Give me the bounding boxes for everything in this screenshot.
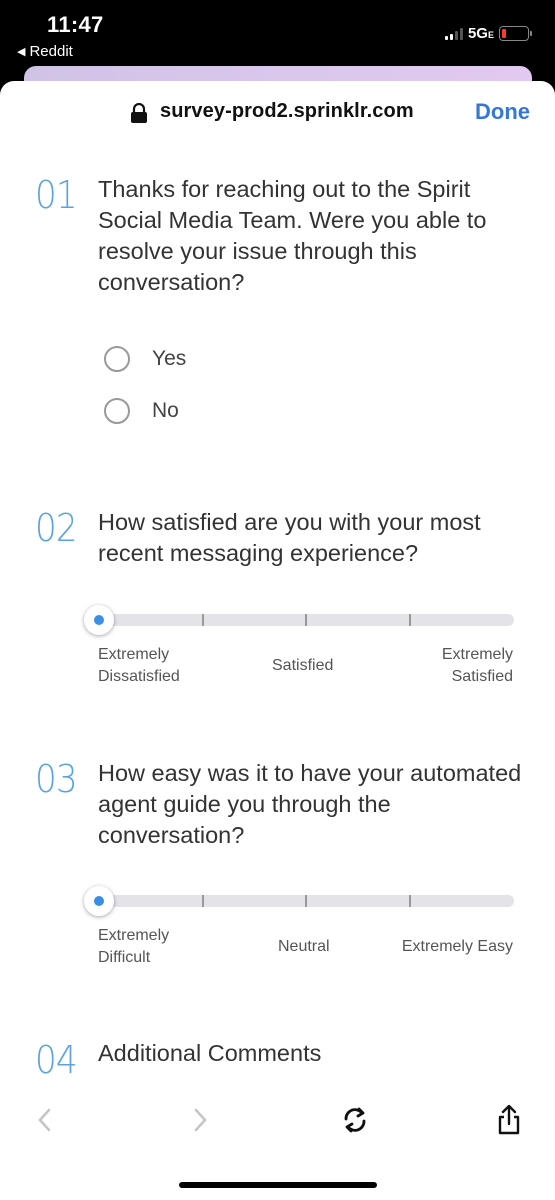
chevron-left-icon (38, 1108, 51, 1132)
slider-label-left: Extremely Dissatisfied (98, 646, 180, 685)
share-icon (498, 1104, 520, 1135)
slider-label-middle: Satisfied (272, 657, 334, 674)
browser-sheet: survey-prod2.sprinklr.com Done 01 Thanks… (0, 81, 555, 1200)
slider-tick (409, 614, 411, 626)
radio-button[interactable] (104, 398, 130, 424)
url-text: survey-prod2.sprinklr.com (160, 100, 414, 122)
forward-button[interactable] (184, 1103, 218, 1137)
slider-track[interactable] (86, 614, 514, 626)
slider-label-left: Extremely Difficult (98, 927, 170, 966)
lock-icon (131, 103, 147, 123)
satisfaction-slider[interactable] (84, 605, 514, 635)
slider-label-right: Extremely Satisfied (441, 646, 513, 685)
back-button[interactable] (27, 1103, 61, 1137)
browser-toolbar (0, 1091, 555, 1151)
battery-icon (499, 26, 532, 41)
signal-strength-icon (444, 27, 463, 40)
radio-button[interactable] (104, 346, 130, 372)
question-text: Additional Comments (98, 1040, 322, 1066)
ease-slider[interactable] (84, 886, 514, 916)
question-number: 04 (35, 1038, 78, 1082)
option-label: No (152, 399, 179, 422)
slider-tick (409, 895, 411, 907)
option-label: Yes (152, 347, 187, 370)
question-number: 02 (35, 506, 78, 550)
network-type: 5GE (467, 25, 494, 42)
reload-button[interactable] (338, 1103, 372, 1137)
slider-thumb[interactable] (84, 605, 114, 635)
slider-tick (305, 895, 307, 907)
option-yes[interactable]: Yes (104, 346, 186, 372)
question-number: 03 (35, 757, 78, 801)
slider-tick (202, 895, 204, 907)
chevron-right-icon (194, 1108, 207, 1132)
question-number: 01 (35, 173, 78, 217)
question-text: Thanks for reaching out to the Spirit So… (98, 176, 487, 295)
slider-tick (305, 614, 307, 626)
slider-track[interactable] (86, 895, 514, 907)
url-bar: survey-prod2.sprinklr.com Done (0, 81, 555, 143)
reload-icon (344, 1107, 366, 1133)
status-bar: 11:47 ◀ Reddit 5GE (0, 0, 555, 66)
slider-thumb[interactable] (84, 886, 114, 916)
home-indicator[interactable] (179, 1182, 377, 1188)
back-to-app-link[interactable]: ◀ Reddit (17, 43, 73, 60)
done-button[interactable]: Done (475, 99, 530, 125)
option-no[interactable]: No (104, 398, 179, 424)
back-app-label: Reddit (29, 43, 73, 60)
question-text: How satisfied are you with your most rec… (98, 509, 481, 566)
slider-label-middle: Neutral (278, 938, 330, 955)
status-indicators: 5GE (444, 25, 532, 42)
question-text: How easy was it to have your automated a… (98, 760, 522, 848)
status-time: 11:47 (47, 12, 104, 37)
share-button[interactable] (492, 1103, 526, 1137)
slider-label-right: Extremely Easy (401, 938, 513, 955)
back-triangle-icon: ◀ (17, 46, 26, 58)
slider-tick (202, 614, 204, 626)
